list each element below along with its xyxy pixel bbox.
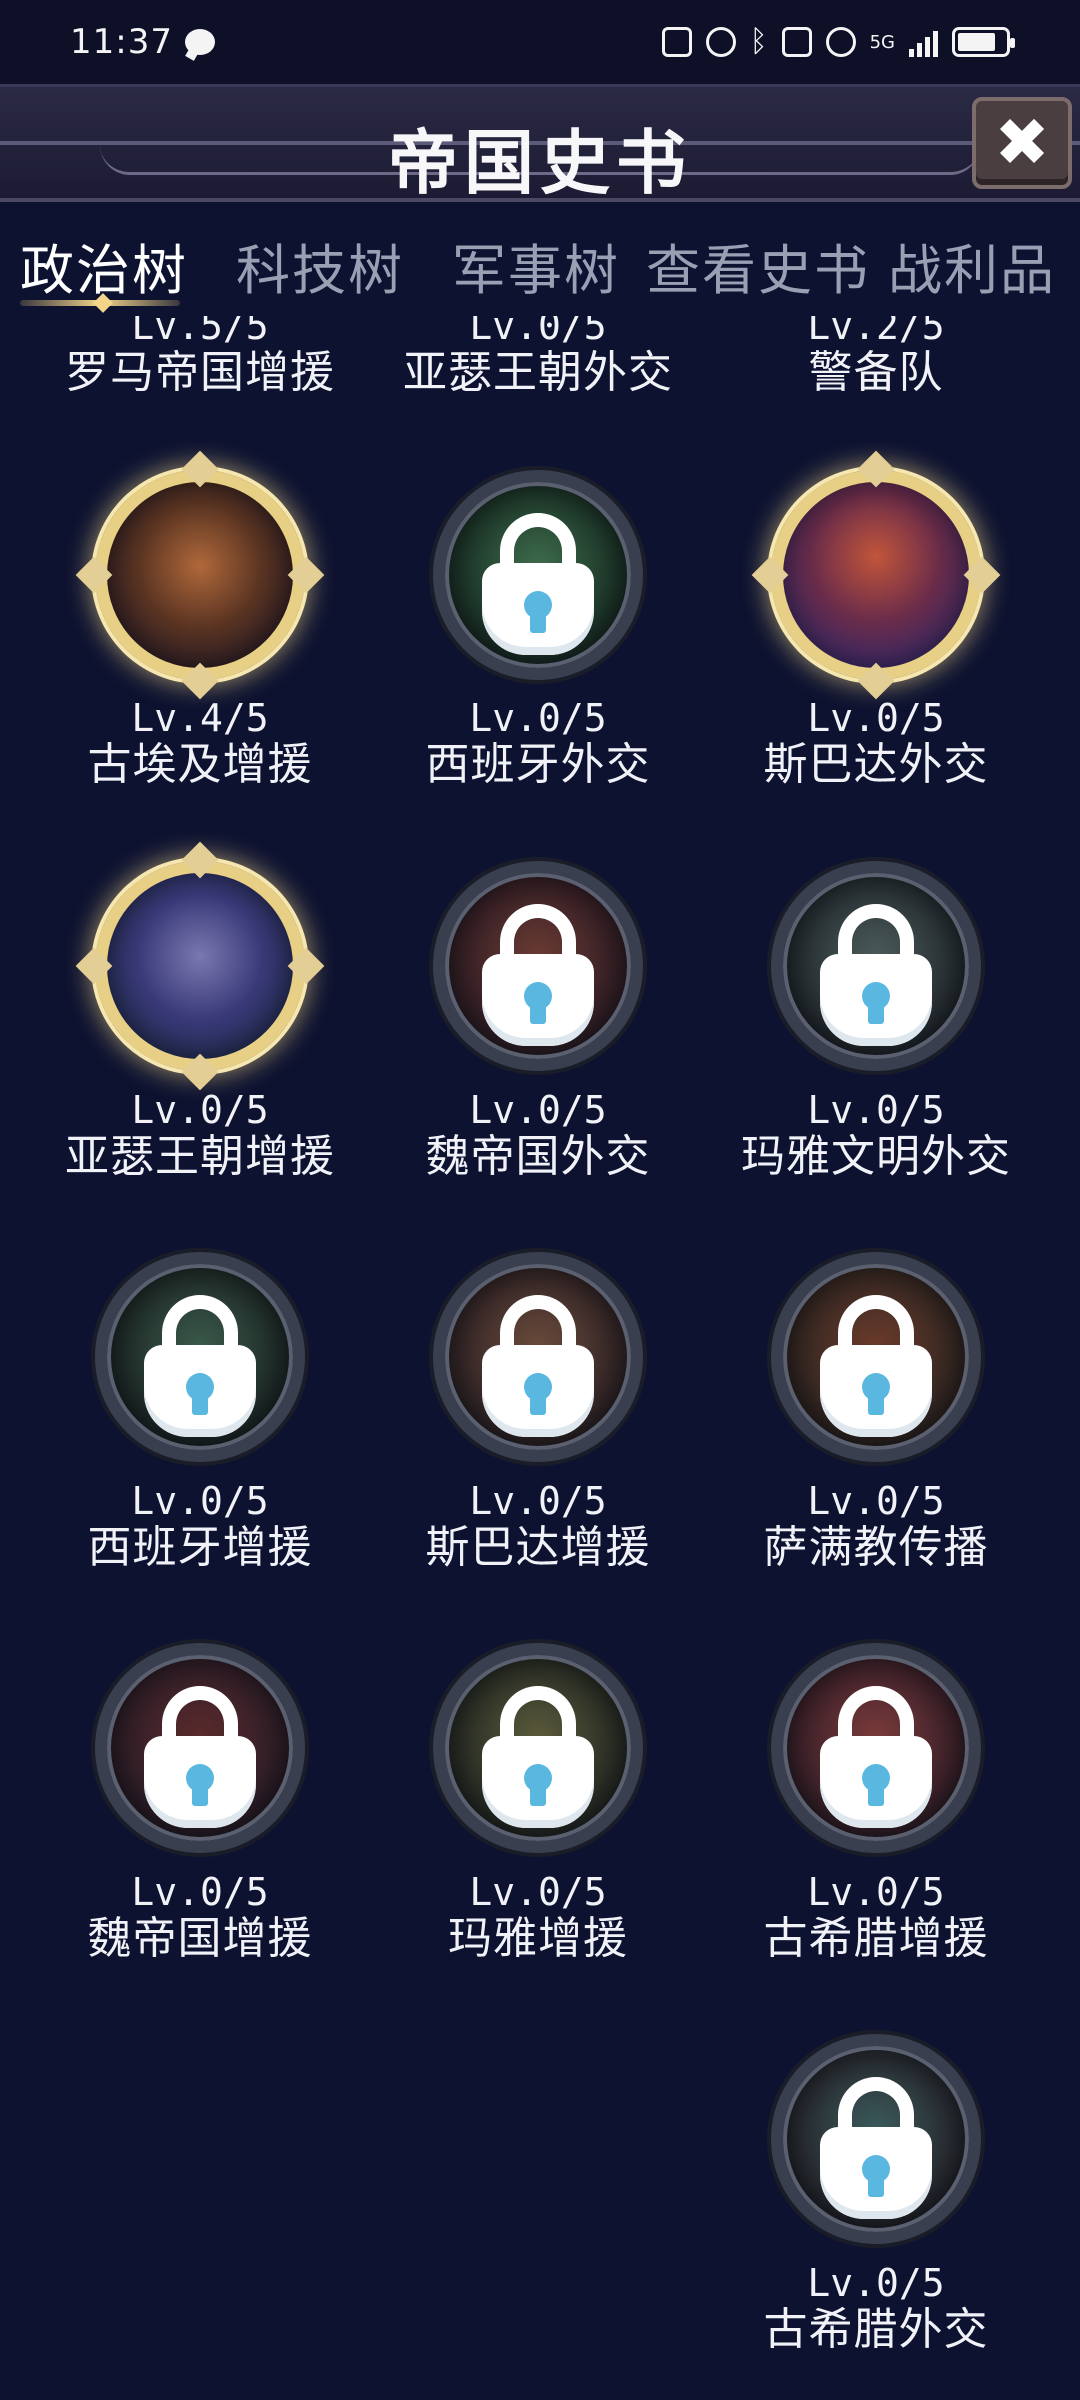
node-name: 萨满教传播 [763, 1522, 989, 1573]
pagoda-locked-icon[interactable] [433, 861, 643, 1071]
node-level: Lv.0/5 [469, 1870, 607, 1914]
wifi-icon [825, 27, 856, 57]
palace-locked-icon[interactable] [95, 1643, 305, 1853]
node-name: 亚瑟王朝增援 [65, 1131, 335, 1182]
node-level: Lv.5/5 [131, 316, 269, 348]
node-level: Lv.0/5 [469, 1479, 607, 1523]
node-level: Lv.4/5 [131, 696, 269, 740]
network-type-label: 5G [869, 31, 895, 53]
node-level: Lv.0/5 [469, 316, 607, 348]
spartan-warrior-icon[interactable] [751, 450, 1001, 700]
node-level: Lv.0/5 [469, 1088, 607, 1132]
node-level: Lv.2/5 [807, 316, 945, 348]
node-name: 魏帝国外交 [425, 1131, 651, 1182]
columns-locked-icon[interactable] [433, 1252, 643, 1462]
knight-statue-icon[interactable] [75, 841, 325, 1091]
vibrate-icon [781, 27, 812, 57]
node-name: 玛雅增援 [448, 1913, 628, 1964]
node-level: Lv.0/5 [807, 1088, 945, 1132]
alarm-icon [705, 27, 736, 57]
tree-node[interactable]: Lv.0/5 亚瑟王朝外交 [368, 316, 708, 398]
tree-node[interactable]: Lv.5/5 罗马帝国增援 [30, 316, 370, 398]
tree-node[interactable]: Lv.0/5 西班牙外交 [368, 696, 708, 790]
node-name: 古希腊增援 [763, 1913, 989, 1964]
tree-node[interactable]: Lv.0/5 古希腊外交 [706, 2261, 1046, 2355]
cathedral-locked-icon[interactable] [95, 1252, 305, 1462]
node-name: 西班牙增援 [87, 1522, 313, 1573]
status-time: 11:37 [70, 22, 173, 62]
node-name: 斯巴达增援 [425, 1522, 651, 1573]
node-level: Lv.0/5 [131, 1088, 269, 1132]
nfc-icon [661, 27, 692, 57]
node-name: 魏帝国增援 [87, 1913, 313, 1964]
page-title: 帝国史书 [388, 122, 692, 204]
node-level: Lv.0/5 [807, 696, 945, 740]
node-level: Lv.0/5 [807, 1479, 945, 1523]
node-name: 古希腊外交 [763, 2304, 989, 2355]
battery-icon [952, 27, 1015, 57]
tab-military[interactable]: 军事树 [452, 226, 620, 305]
policy-tree-grid[interactable]: Lv.5/5 罗马帝国增援 Lv.0/5 亚瑟王朝外交 Lv.2/5 警备队 L… [0, 316, 1080, 2400]
egypt-temple-icon[interactable] [75, 450, 325, 700]
node-name: 西班牙外交 [425, 739, 651, 790]
status-icons: ᛒ 5G [661, 24, 1015, 59]
node-name: 玛雅文明外交 [741, 1131, 1011, 1182]
node-level: Lv.0/5 [807, 2261, 945, 2305]
maya-stairs-locked-icon[interactable] [771, 861, 981, 1071]
node-level: Lv.0/5 [807, 1870, 945, 1914]
totem-locked-icon[interactable] [771, 1252, 981, 1462]
tree-node[interactable]: Lv.0/5 魏帝国外交 [368, 1088, 708, 1182]
tree-node[interactable]: Lv.0/5 亚瑟王朝增援 [30, 1088, 370, 1182]
greek-hall-locked-icon[interactable] [771, 1643, 981, 1853]
forest-locked-icon[interactable] [433, 470, 643, 680]
tree-node[interactable]: Lv.0/5 斯巴达增援 [368, 1479, 708, 1573]
tree-node[interactable]: Lv.0/5 斯巴达外交 [706, 696, 1046, 790]
node-name: 警备队 [808, 347, 944, 398]
tree-node[interactable]: Lv.0/5 古希腊增援 [706, 1870, 1046, 1964]
close-button[interactable]: ✖ [972, 97, 1072, 189]
tree-node[interactable]: Lv.0/5 玛雅文明外交 [706, 1088, 1046, 1182]
status-bar: 11:37 ᛒ 5G [0, 0, 1080, 84]
tab-technology[interactable]: 科技树 [236, 226, 404, 305]
tree-node[interactable]: Lv.0/5 萨满教传播 [706, 1479, 1046, 1573]
greek-warrior-locked-icon[interactable] [771, 2034, 981, 2244]
tab-bar: 政治树 科技树 军事树 查看史书 战利品 [0, 206, 1080, 316]
tab-history-book[interactable]: 查看史书 [646, 226, 870, 305]
tree-node[interactable]: Lv.0/5 魏帝国增援 [30, 1870, 370, 1964]
chat-bubble-icon [184, 29, 215, 55]
node-level: Lv.0/5 [469, 696, 607, 740]
bluetooth-icon: ᛒ [749, 24, 768, 59]
tree-node[interactable]: Lv.0/5 西班牙增援 [30, 1479, 370, 1573]
tree-node[interactable]: Lv.4/5 古埃及增援 [30, 696, 370, 790]
title-bar: 帝国史书 ✖ [0, 84, 1080, 204]
node-name: 古埃及增援 [87, 739, 313, 790]
tree-node[interactable]: Lv.2/5 警备队 [706, 316, 1046, 398]
tree-node[interactable]: Lv.0/5 玛雅增援 [368, 1870, 708, 1964]
pyramid-locked-icon[interactable] [433, 1643, 643, 1853]
signal-icon [909, 27, 938, 57]
close-icon: ✖ [994, 104, 1050, 181]
node-name: 罗马帝国增援 [65, 347, 335, 398]
node-level: Lv.0/5 [131, 1479, 269, 1523]
node-name: 亚瑟王朝外交 [403, 347, 673, 398]
node-name: 斯巴达外交 [763, 739, 989, 790]
node-level: Lv.0/5 [131, 1870, 269, 1914]
tab-trophies[interactable]: 战利品 [888, 226, 1056, 305]
